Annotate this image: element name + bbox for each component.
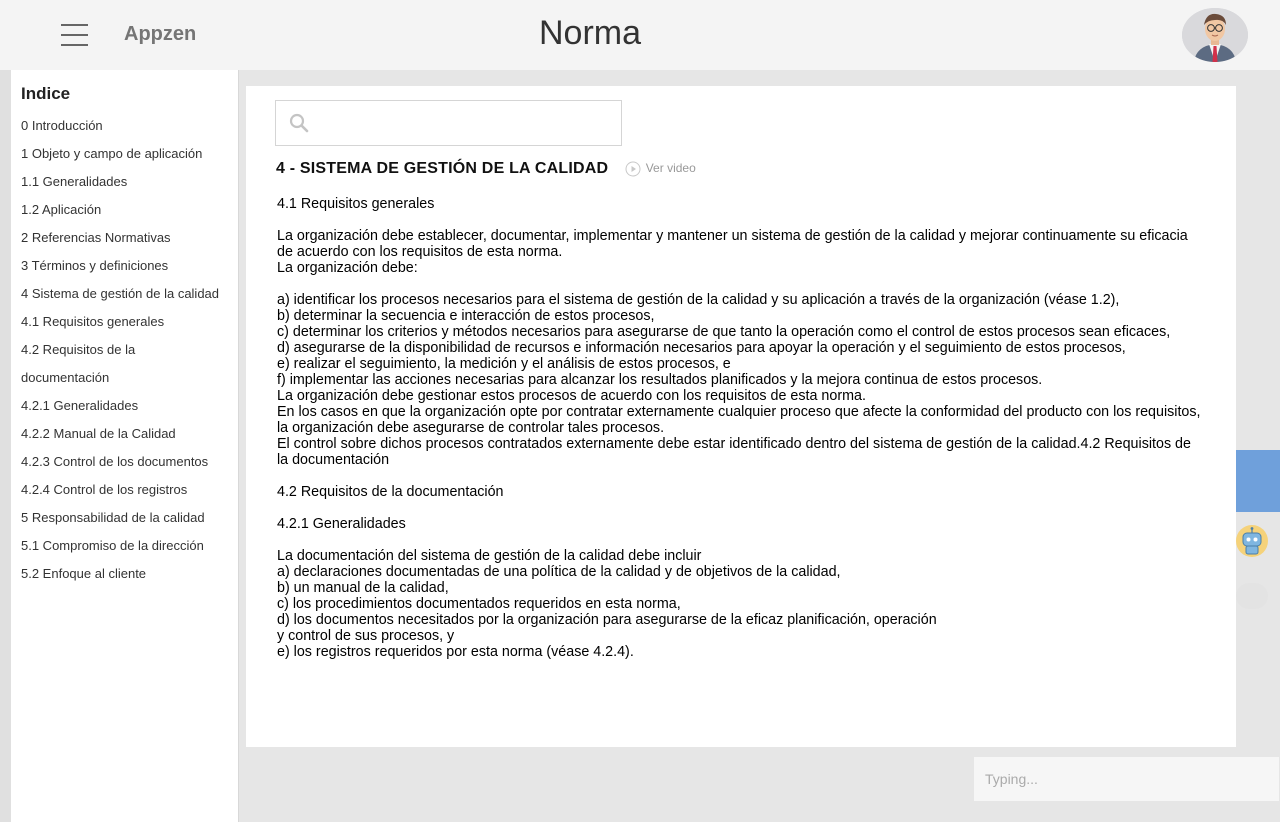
doc-line: 4.2.1 Generalidades (277, 516, 406, 532)
doc-line: El control sobre dichos procesos contrat… (277, 436, 1191, 468)
doc-line: c) determinar los criterios y métodos ne… (277, 324, 1171, 340)
index-list: 0 Introducción 1 Objeto y campo de aplic… (21, 112, 219, 588)
document-body: 4.1 Requisitos generales La organización… (277, 196, 1202, 660)
index-item[interactable]: 4.2.2 Manual de la Calidad (21, 420, 219, 448)
faint-pill-widget (1236, 583, 1268, 609)
left-edge-strip (0, 70, 11, 822)
doc-spacer (277, 212, 1202, 228)
doc-line: La organización debe gestionar estos pro… (277, 388, 866, 404)
index-item[interactable]: 3 Términos y definiciones (21, 252, 219, 280)
doc-line: b) determinar la secuencia e interacción… (277, 308, 655, 324)
doc-line: f) implementar las acciones necesarias p… (277, 372, 1043, 388)
doc-spacer (277, 500, 1202, 516)
doc-spacer (277, 276, 1202, 292)
doc-spacer (277, 532, 1202, 548)
index-item[interactable]: 1 Objeto y campo de aplicación (21, 140, 219, 168)
index-item[interactable]: 0 Introducción (21, 112, 219, 140)
index-item[interactable]: 4.2.4 Control de los registros (21, 476, 219, 504)
doc-line: y control de sus procesos, y (277, 628, 455, 644)
feedback-tab[interactable] (1236, 450, 1280, 512)
search-icon[interactable] (289, 113, 309, 133)
search-box (275, 100, 622, 146)
doc-line: La documentación del sistema de gestión … (277, 548, 702, 564)
index-item[interactable]: 4 Sistema de gestión de la calidad (21, 280, 219, 308)
section-header: 4 - SISTEMA DE GESTIÓN DE LA CALIDAD Ver… (276, 160, 696, 180)
doc-line: a) identificar los procesos necesarios p… (277, 292, 1120, 308)
content-card: 4 - SISTEMA DE GESTIÓN DE LA CALIDAD Ver… (246, 86, 1236, 747)
doc-line: e) los registros requeridos por esta nor… (277, 644, 634, 660)
chatbot-icon[interactable] (1235, 524, 1269, 558)
doc-line: d) asegurarse de la disponibilidad de re… (277, 340, 1126, 356)
index-item[interactable]: 5.1 Compromiso de la dirección (21, 532, 219, 560)
index-heading: Indice (21, 84, 71, 103)
doc-line: La organización debe: (277, 260, 418, 276)
doc-spacer (277, 468, 1202, 484)
section-title: 4 - SISTEMA DE GESTIÓN DE LA CALIDAD (276, 160, 609, 177)
index-item[interactable]: 4.2.1 Generalidades (21, 392, 219, 420)
index-item[interactable]: 4.1 Requisitos generales (21, 308, 219, 336)
doc-line: c) los procedimientos documentados reque… (277, 596, 681, 612)
doc-line: d) los documentos necesitados por la org… (277, 612, 937, 628)
index-item[interactable]: 5.2 Enfoque al cliente (21, 560, 219, 588)
index-item[interactable]: 4.2.3 Control de los documentos (21, 448, 219, 476)
index-item[interactable]: 2 Referencias Normativas (21, 224, 219, 252)
index-item[interactable]: 1.1 Generalidades (21, 168, 219, 196)
index-item[interactable]: 4.2 Requisitos de la (21, 336, 219, 364)
doc-line: a) declaraciones documentadas de una pol… (277, 564, 841, 580)
doc-line: 4.2 Requisitos de la documentación (277, 484, 504, 500)
chat-input-box (973, 756, 1280, 802)
chat-input[interactable] (974, 757, 1279, 801)
doc-line: La organización debe establecer, documen… (277, 228, 1188, 260)
doc-line: e) realizar el seguimiento, la medición … (277, 356, 731, 372)
top-bar: Appzen Norma (0, 0, 1280, 70)
index-item[interactable]: documentación (21, 364, 219, 392)
page-title: Norma (538, 14, 642, 52)
doc-line: 4.1 Requisitos generales (277, 196, 435, 212)
watch-video-label: Ver video (645, 161, 696, 176)
index-item[interactable]: 5 Responsabilidad de la calidad (21, 504, 219, 532)
play-circle-icon (625, 161, 641, 177)
avatar-illustration (1182, 8, 1248, 62)
watch-video-link[interactable]: Ver video (625, 161, 696, 177)
doc-line: En los casos en que la organización opte… (277, 404, 1201, 436)
index-sidebar: Indice 0 Introducción 1 Objeto y campo d… (11, 70, 239, 822)
doc-line: b) un manual de la calidad, (277, 580, 449, 596)
index-item[interactable]: 1.2 Aplicación (21, 196, 219, 224)
search-input[interactable] (320, 101, 614, 145)
user-avatar[interactable] (1182, 8, 1248, 62)
